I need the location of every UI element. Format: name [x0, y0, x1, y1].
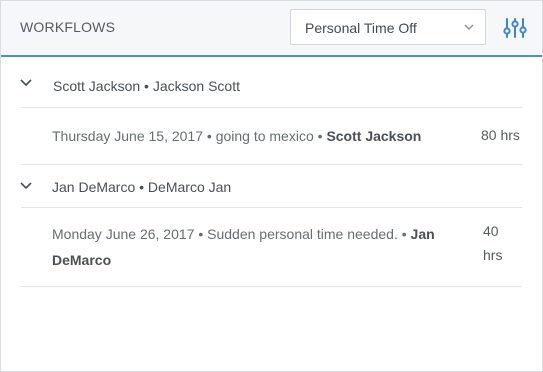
panel-header: WORKFLOWS Personal Time Off [1, 1, 542, 57]
entry-reason: going to mexico [215, 128, 314, 144]
sliders-icon[interactable] [503, 16, 527, 40]
group-header[interactable]: Jan DeMarco • DeMarco Jan [19, 165, 522, 208]
workflows-panel: WORKFLOWS Personal Time Off Scott Jackso… [0, 0, 543, 372]
separator: • [313, 128, 327, 144]
separator: • [397, 226, 411, 242]
separator: • [194, 226, 208, 242]
entry-hours: 40 hrs [483, 223, 503, 263]
entry-person: Scott Jackson [326, 128, 422, 144]
chevron-down-icon [464, 24, 474, 30]
chevron-down-icon[interactable] [19, 78, 33, 88]
entry-description: Monday June 26, 2017 • Sudden personal t… [52, 221, 452, 273]
list-item[interactable]: Thursday June 15, 2017 • going to mexico… [21, 108, 522, 165]
group-name: Scott Jackson • Jackson Scott [53, 78, 240, 94]
entry-reason: Sudden personal time needed. [207, 226, 398, 242]
entry-date: Thursday June 15, 2017 [52, 128, 203, 144]
entry-description: Thursday June 15, 2017 • going to mexico… [52, 123, 452, 149]
list-item[interactable]: Monday June 26, 2017 • Sudden personal t… [21, 208, 522, 287]
workflow-type-select[interactable]: Personal Time Off [290, 9, 486, 45]
workflow-type-value: Personal Time Off [305, 20, 417, 36]
workflow-list: Scott Jackson • Jackson Scott Thursday J… [1, 57, 542, 287]
separator: • [203, 128, 216, 144]
entry-hours: 80 hrs [481, 127, 520, 143]
panel-title: WORKFLOWS [20, 19, 116, 35]
entry-date: Monday June 26, 2017 [52, 226, 195, 242]
group-name: Jan DeMarco • DeMarco Jan [52, 179, 232, 195]
chevron-down-icon[interactable] [19, 181, 33, 191]
group-header[interactable]: Scott Jackson • Jackson Scott [19, 57, 522, 108]
